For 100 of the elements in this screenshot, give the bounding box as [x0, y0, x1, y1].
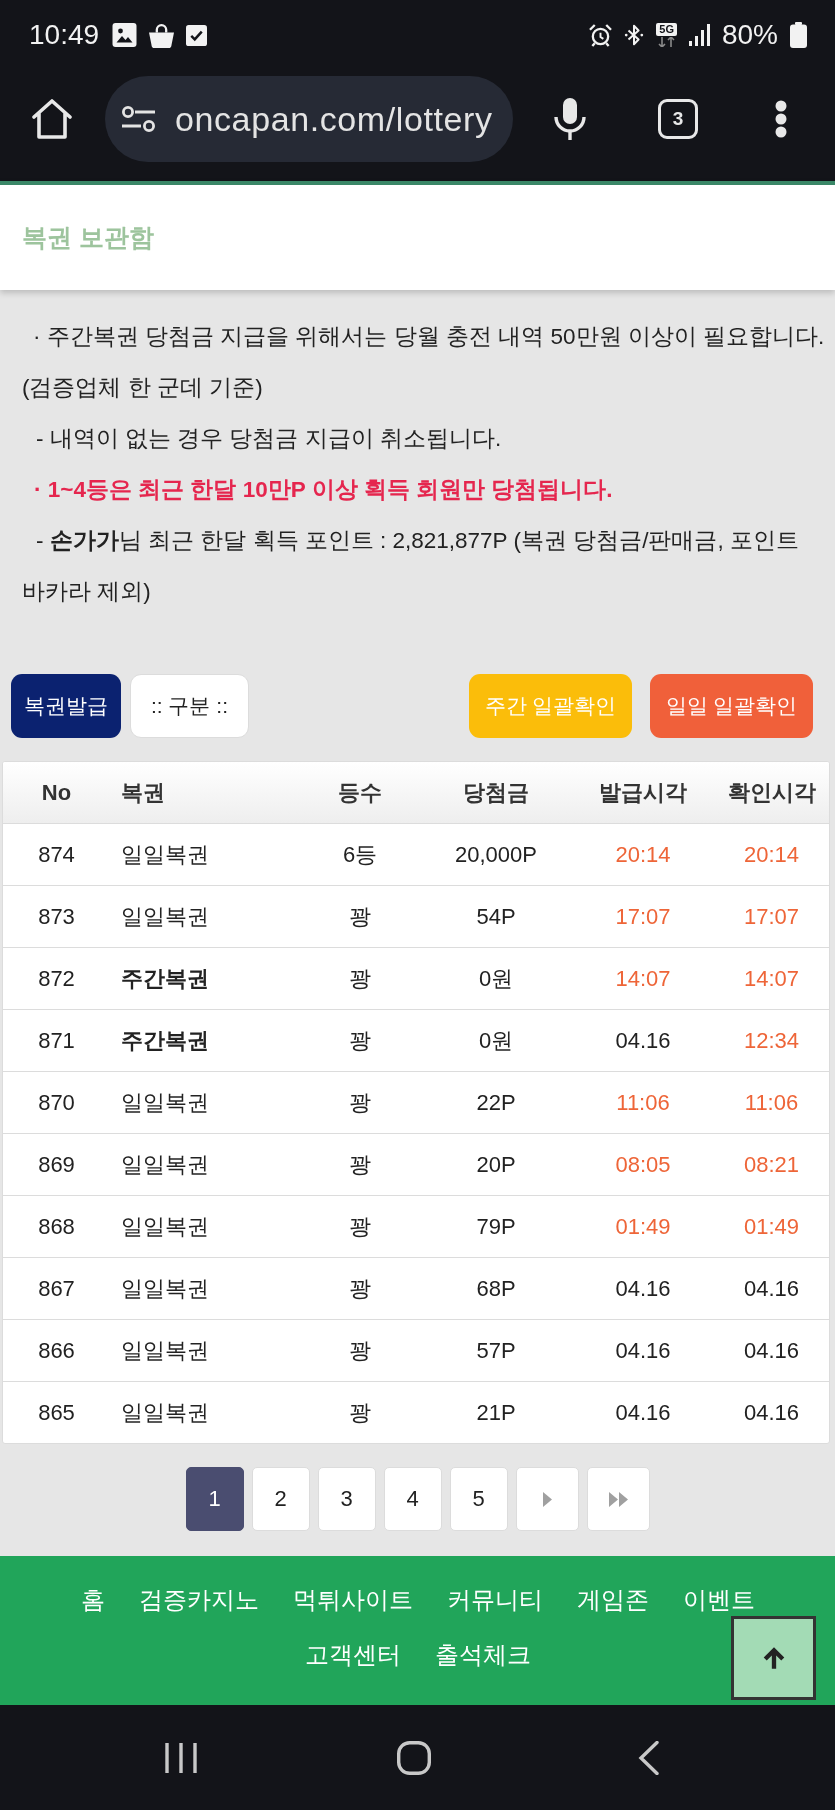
table-cell-text: 08:21 [742, 1151, 801, 1178]
menu-icon[interactable] [775, 100, 787, 138]
column-header: No [40, 779, 73, 806]
issue-ticket-button[interactable]: 복권발급 [11, 674, 121, 738]
table-cell-text: 873 [37, 903, 76, 930]
table-cell-text: 79P [475, 1213, 517, 1240]
footer-link[interactable]: 먹튀사이트 [292, 1585, 413, 1614]
table-cell-text: 04.16 [614, 1399, 672, 1426]
table-cell-text: 꽝 [348, 1336, 372, 1365]
footer-link[interactable]: 출석체크 [434, 1640, 531, 1669]
page-button[interactable]: 3 [317, 1467, 376, 1531]
table-cell-text: 0원 [477, 964, 515, 993]
table-cell-text: 874 [37, 841, 76, 868]
double-triangle-right-icon [608, 1491, 628, 1507]
table-cell-text: 04.16 [742, 1275, 801, 1302]
bluetooth-icon [624, 24, 645, 46]
table-cell-text: 870 [37, 1089, 76, 1116]
image-icon [112, 23, 138, 47]
confirm-all-button[interactable]: 일일 일괄확인 [650, 674, 813, 738]
column-header: 발급시각 [598, 778, 688, 807]
table-cell-text: 14:07 [742, 965, 801, 992]
recent-apps-icon[interactable] [165, 1741, 197, 1774]
table-cell-text: 04.16 [742, 1399, 801, 1426]
table-cell-text: 꽝 [348, 1150, 372, 1179]
battery-icon [790, 22, 807, 48]
back-icon[interactable] [638, 1740, 659, 1775]
battery-percent: 80% [721, 19, 778, 51]
last-page-button[interactable] [586, 1467, 650, 1531]
table-cell-text: 꽝 [348, 1398, 372, 1427]
scroll-top-button[interactable] [731, 1616, 816, 1700]
shopping-bag-icon [149, 22, 175, 48]
table-cell-text: 867 [37, 1275, 76, 1302]
table-cell-text: 865 [37, 1399, 76, 1426]
alarm-clock-icon [589, 23, 613, 47]
category-dropdown[interactable]: :: 구분 :: [130, 674, 249, 738]
table-cell-text: 일일복권 [120, 1398, 210, 1427]
table-cell-text: 14:07 [614, 965, 672, 992]
table-cell-text: 22P [475, 1089, 517, 1116]
table-cell-text: 20P [475, 1151, 517, 1178]
table-cell-text: 일일복권 [120, 1150, 210, 1179]
tab-switcher-button[interactable]: 3 [658, 99, 698, 139]
page-button[interactable]: 2 [251, 1467, 310, 1531]
table-cell-text: 주간복권 [120, 1026, 210, 1055]
footer-link[interactable]: 검증카지노 [138, 1585, 259, 1614]
table-cell-text: 54P [475, 903, 517, 930]
table-cell-text: 주간복권 [120, 964, 210, 993]
footer-link[interactable]: 이벤트 [682, 1585, 755, 1614]
confirm-all-button[interactable]: 주간 일괄확인 [469, 674, 632, 738]
table-cell-text: 꽝 [348, 902, 372, 931]
footer-link[interactable]: 커뮤니티 [446, 1585, 543, 1614]
data-arrows-icon [657, 37, 677, 47]
address-bar[interactable]: oncapan.com/lottery [105, 76, 513, 162]
page-title: 복권 보관함 [22, 222, 154, 253]
network-type-label: 5G [656, 23, 677, 36]
table-cell-text: 869 [37, 1151, 76, 1178]
page-button[interactable]: 1 [185, 1467, 244, 1531]
table-cell-text: 17:07 [614, 903, 672, 930]
footer-link[interactable]: 게임존 [576, 1585, 649, 1614]
page-button[interactable]: 4 [383, 1467, 442, 1531]
table-cell-text: 20:14 [742, 841, 801, 868]
table-cell-text: 꽝 [348, 1274, 372, 1303]
page-button[interactable]: 5 [449, 1467, 508, 1531]
table-cell-text: 일일복권 [120, 1274, 210, 1303]
column-header: 확인시각 [726, 778, 817, 807]
notice-text: · 1~4등은 최근 한달 10만P 이상 획득 회원만 당첨됩니다. [33, 476, 614, 504]
home-icon[interactable] [32, 99, 72, 139]
notice-text: · 주간복권 당첨금 지급을 위해서는 당월 충전 내역 50만원 이상이 필요합니다. (검증업체 한 군데 기준) [22, 323, 825, 402]
column-header: 등수 [337, 778, 383, 807]
checkbox-icon [186, 24, 208, 46]
column-header: 복권 [120, 778, 166, 807]
table-cell-text: 01:49 [742, 1213, 801, 1240]
table-cell-text: 6등 [341, 840, 379, 869]
table-cell-text: 20,000P [454, 841, 538, 868]
table-cell-text: 일일복권 [120, 1088, 210, 1117]
table-cell-text: 01:49 [614, 1213, 672, 1240]
microphone-icon[interactable] [554, 98, 586, 140]
table-cell-text: 11:06 [615, 1089, 671, 1116]
sliders-icon [122, 106, 155, 132]
table-cell-text: 868 [37, 1213, 76, 1240]
table-cell-text: 04.16 [614, 1337, 672, 1364]
notice-text: - 손가가님 최근 한달 획득 포인트 : 2,821,877P (복권 당첨금/판매금, 포인트 바카라 제외) [22, 527, 800, 606]
home-icon[interactable] [397, 1740, 431, 1775]
footer-link[interactable]: 고객센터 [304, 1640, 401, 1669]
table-cell-text: 12:34 [742, 1027, 801, 1054]
table-cell-text: 일일복권 [120, 1336, 210, 1365]
table-cell-text: 꽝 [348, 1088, 372, 1117]
table-cell-text: 일일복권 [120, 902, 210, 931]
table-cell-text: 57P [475, 1337, 517, 1364]
table-cell-text: 20:14 [614, 841, 672, 868]
table-cell-text: 일일복권 [120, 840, 210, 869]
table-cell-text: 871 [37, 1027, 76, 1054]
signal-icon [688, 24, 710, 46]
footer-link[interactable]: 홈 [80, 1585, 105, 1614]
table-cell-text: 21P [475, 1399, 517, 1426]
column-header: 당첨금 [462, 778, 530, 807]
status-time: 10:49 [29, 19, 100, 51]
table-cell-text: 04.16 [742, 1337, 801, 1364]
table-cell-text: 872 [37, 965, 76, 992]
notice-text: - 내역이 없는 경우 당첨금 지급이 취소됩니다. [35, 425, 503, 453]
table-cell-text: 68P [475, 1275, 517, 1302]
